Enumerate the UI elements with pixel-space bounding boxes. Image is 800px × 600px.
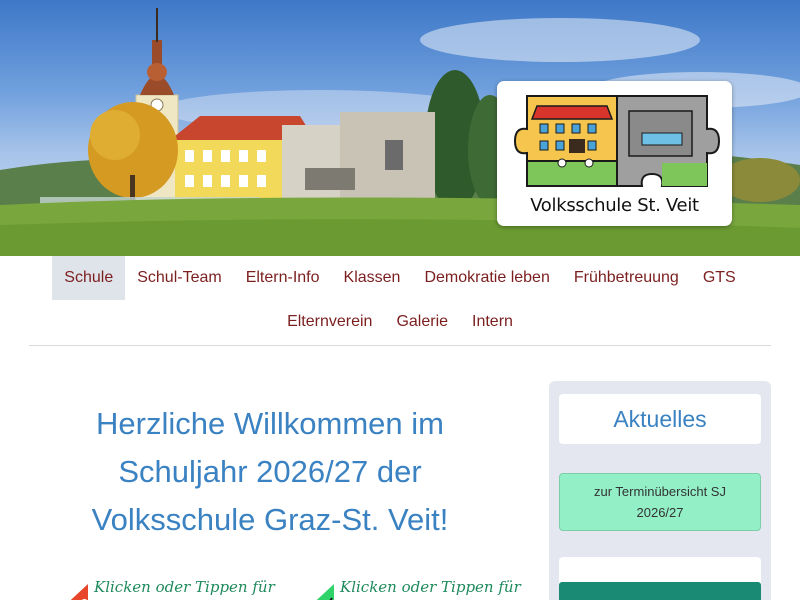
- header-banner: Volksschule St. Veit: [0, 0, 800, 256]
- info-link-red[interactable]: 0 Klicken oder Tippen für: [70, 578, 275, 600]
- red-flag-icon: 0: [70, 584, 88, 600]
- nav-row-primary: Schule Schul-Team Eltern-Info Klassen De…: [0, 256, 800, 300]
- main-navigation: Schule Schul-Team Eltern-Info Klassen De…: [0, 256, 800, 344]
- nav-item-eltern-info[interactable]: Eltern-Info: [234, 256, 332, 300]
- nav-item-intern[interactable]: Intern: [460, 300, 525, 344]
- nav-item-elternverein[interactable]: Elternverein: [275, 300, 384, 344]
- nav-item-demokratie-leben[interactable]: Demokratie leben: [412, 256, 561, 300]
- welcome-line: Herzliche Willkommen im: [96, 406, 444, 441]
- green-flag-icon: [316, 584, 334, 600]
- news-card-image: [559, 582, 761, 600]
- nav-item-gts[interactable]: GTS: [691, 256, 748, 300]
- calendar-overview-button[interactable]: zur Terminübersicht SJ 2026/27: [559, 473, 761, 531]
- info-link-label: Klicken oder Tippen für: [340, 578, 521, 596]
- button-label-line: 2026/27: [636, 505, 684, 520]
- welcome-line: Volksschule Graz-St. Veit!: [91, 502, 449, 537]
- sidebar-heading: Aktuelles: [559, 394, 761, 444]
- nav-item-klassen[interactable]: Klassen: [332, 256, 413, 300]
- puzzle-logo-icon: [513, 95, 721, 187]
- nav-item-schule[interactable]: Schule: [52, 256, 126, 300]
- nav-divider: [29, 345, 771, 346]
- school-logo[interactable]: Volksschule St. Veit: [497, 81, 732, 226]
- nav-item-fruehbetreuung[interactable]: Frühbetreuung: [562, 256, 691, 300]
- button-label-line: zur Terminübersicht SJ: [594, 484, 726, 499]
- sidebar-news: Aktuelles zur Terminübersicht SJ 2026/27: [549, 381, 771, 600]
- welcome-heading: Herzliche Willkommen im Schuljahr 2026/2…: [40, 400, 500, 544]
- info-link-label: Klicken oder Tippen für: [94, 578, 275, 596]
- nav-item-galerie[interactable]: Galerie: [384, 300, 460, 344]
- info-link-green[interactable]: Klicken oder Tippen für: [316, 578, 521, 600]
- news-card[interactable]: [559, 557, 761, 600]
- nav-row-secondary: Elternverein Galerie Intern: [0, 300, 800, 344]
- nav-item-schul-team[interactable]: Schul-Team: [125, 256, 233, 300]
- welcome-line: Schuljahr 2026/27 der: [118, 454, 422, 489]
- logo-text: Volksschule St. Veit: [530, 195, 699, 216]
